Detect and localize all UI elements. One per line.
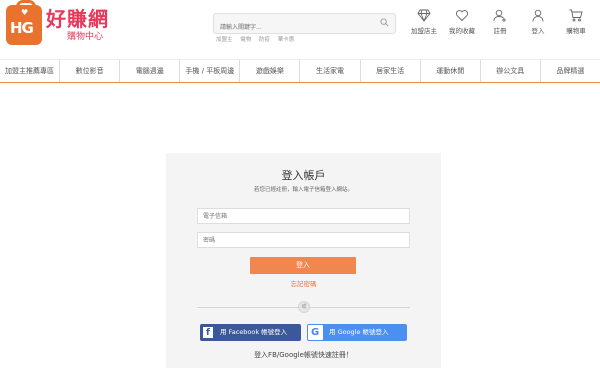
forgot-password-link[interactable]: 忘記密碼 xyxy=(166,278,441,288)
category-item[interactable]: 數位影音 xyxy=(60,60,121,82)
facebook-login-button[interactable]: f 用 Facebook 帳號登入 xyxy=(200,324,301,341)
search-icon[interactable] xyxy=(380,18,389,27)
hot-tag[interactable]: 華卡惠 xyxy=(278,37,295,43)
top-nav-label: 我的收藏 xyxy=(449,27,475,35)
category-item[interactable]: 生活家電 xyxy=(300,60,361,82)
facebook-login-label: 用 Facebook 帳號登入 xyxy=(220,328,288,336)
site-logo[interactable]: ♥ HG 好賺網 購物中心 xyxy=(6,0,109,45)
hot-tag[interactable]: 電物 xyxy=(240,37,251,43)
email-field[interactable] xyxy=(197,208,410,224)
user-plus-icon xyxy=(493,9,506,22)
top-nav-login[interactable]: 登入 xyxy=(520,9,556,35)
login-button[interactable]: 登入 xyxy=(250,257,356,274)
shopping-bag-logo-icon: ♥ HG xyxy=(6,0,42,45)
google-login-button[interactable]: G 用 Google 帳號登入 xyxy=(307,324,407,341)
heart-icon: ♥ xyxy=(21,8,29,17)
login-panel: 登入帳戶 若您已經註冊，輸入電子信箱登入網站。 登入 忘記密碼 或 f 用 Fa… xyxy=(166,153,441,368)
brand-subtitle: 購物中心 xyxy=(66,31,103,42)
category-item[interactable]: 運動休閒 xyxy=(421,60,481,82)
category-item[interactable]: 品牌精選 xyxy=(541,60,600,82)
category-item[interactable]: 居家生活 xyxy=(361,60,421,82)
divider-or-badge: 或 xyxy=(298,301,310,313)
category-item[interactable]: 辦公文具 xyxy=(481,60,541,82)
hot-search-tags: 加盟主 電物 防疫 華卡惠 xyxy=(216,35,300,43)
logo-monogram: HG xyxy=(10,19,34,37)
top-nav: 加盟店主 我的收藏 註冊 登入 購物車 xyxy=(404,9,594,35)
quick-register-note: 登入FB/Google帳號快速註冊！ xyxy=(254,351,353,359)
top-nav-register[interactable]: 註冊 xyxy=(482,9,518,35)
hot-tag[interactable]: 防疫 xyxy=(259,37,270,43)
search-box xyxy=(213,13,396,36)
logo-wordmark: 好賺網 購物中心 xyxy=(46,9,109,42)
search-input[interactable] xyxy=(214,19,376,36)
google-icon: G xyxy=(308,325,323,340)
brand-name: 好賺網 xyxy=(46,6,109,31)
top-nav-label: 購物車 xyxy=(566,27,586,35)
category-item[interactable]: 加盟主推薦專區 xyxy=(0,60,61,82)
login-subtitle: 若您已經註冊，輸入電子信箱登入網站。 xyxy=(253,187,353,193)
top-nav-label: 註冊 xyxy=(493,27,507,35)
top-nav-label: 加盟店主 xyxy=(411,27,437,35)
cart-icon xyxy=(569,9,583,22)
hot-tag[interactable]: 加盟主 xyxy=(216,37,233,43)
top-nav-cart[interactable]: 購物車 xyxy=(558,9,594,35)
diamond-icon xyxy=(417,9,431,22)
top-nav-label: 登入 xyxy=(531,27,545,35)
password-field[interactable] xyxy=(197,232,410,248)
login-title: 登入帳戶 xyxy=(281,169,326,182)
top-nav-franchise[interactable]: 加盟店主 xyxy=(406,9,442,35)
heart-icon xyxy=(455,10,469,22)
top-nav-favorites[interactable]: 我的收藏 xyxy=(444,9,480,35)
facebook-icon: f xyxy=(203,327,213,338)
google-login-label: 用 Google 帳號登入 xyxy=(329,328,389,336)
category-item[interactable]: 電腦週邊 xyxy=(120,60,181,82)
category-item[interactable]: 遊戲娛樂 xyxy=(240,60,301,82)
category-nav: 加盟主推薦專區 數位影音 電腦週邊 手機 / 平板周邊 遊戲娛樂 生活家電 居家… xyxy=(0,59,600,83)
category-item[interactable]: 手機 / 平板周邊 xyxy=(180,60,241,82)
site-header: ♥ HG 好賺網 購物中心 加盟主 電物 防疫 華卡惠 加盟店主 xyxy=(0,0,600,56)
user-icon xyxy=(532,9,544,22)
